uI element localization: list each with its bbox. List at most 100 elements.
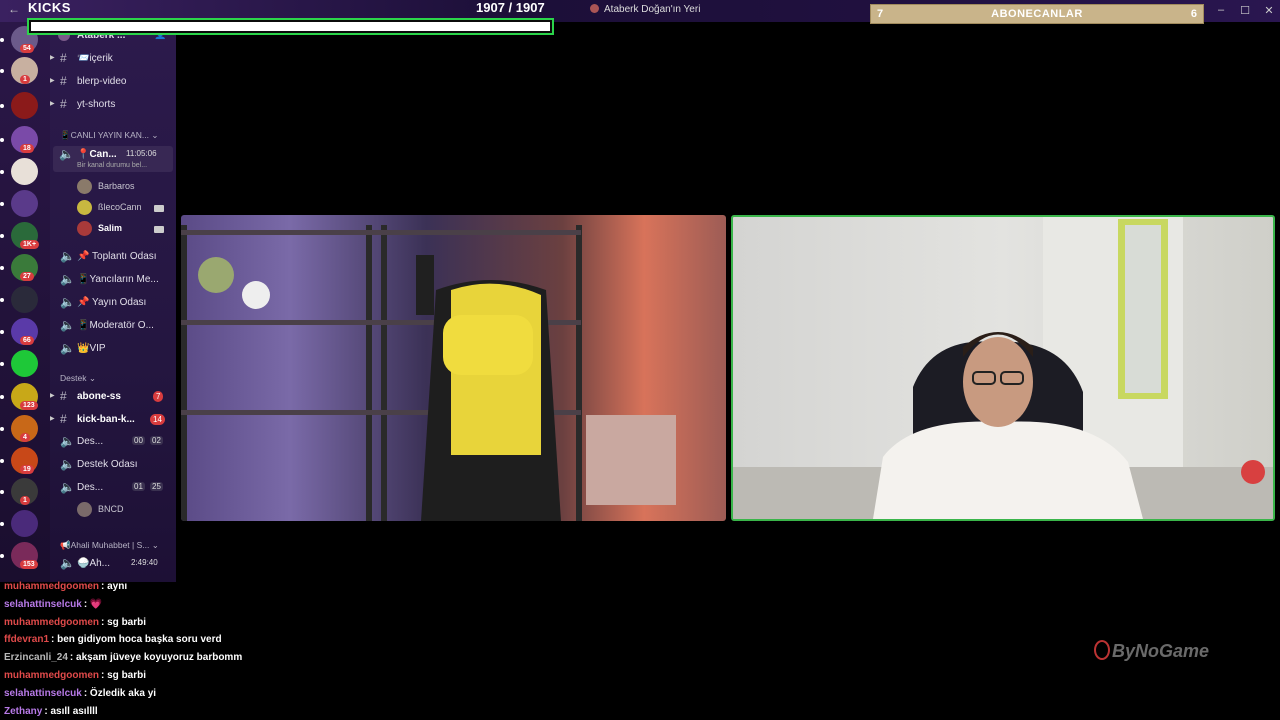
mention-badge: 1K+ [20, 240, 40, 249]
unread-dot [0, 362, 4, 366]
speaker-icon: 🔈 [60, 341, 75, 355]
back-arrow-icon[interactable]: ← [8, 2, 20, 16]
category-label: 📱CANLI YAYIN KAN... [60, 130, 149, 140]
voice-channel-destek-odasi[interactable]: 🔈 Destek Odası [50, 456, 176, 474]
mention-badge: 123 [20, 401, 38, 410]
speaker-icon: 🔈 [60, 295, 75, 309]
channel-label: Des... [77, 436, 104, 447]
mention-badge: 1 [20, 75, 30, 84]
server-icon[interactable] [11, 286, 38, 313]
voice-channel-destek-1[interactable]: 🔈 Des... 00 02 [50, 433, 176, 451]
chat-username[interactable]: muhammedgoomen [4, 617, 99, 628]
voice-user-name: Salim [98, 223, 123, 233]
voice-channel-destek-2[interactable]: 🔈 Des... 01 25 [50, 479, 176, 497]
call-timer: 01 [132, 482, 145, 491]
chat-message: ffdevran1: ben gidiyom hoca başka soru v… [4, 634, 222, 645]
channel-label: 📌 Yayın Odası [77, 297, 147, 308]
call-timer: 02 [150, 436, 163, 445]
category-canli-yayin[interactable]: 📱CANLI YAYIN KAN... ⌄ [60, 130, 159, 141]
unread-dot [0, 459, 4, 463]
unread-dot [0, 202, 4, 206]
category-label: 📢Ahali Muhabbet | S... [60, 540, 150, 550]
chat-username[interactable]: selahattinselcuk [4, 599, 82, 610]
speaker-icon: 🔈 [60, 434, 75, 448]
speaker-icon: 🔈 [60, 318, 75, 332]
channel-label: Des... [77, 482, 104, 493]
kicks-progress-bar [27, 18, 554, 35]
voice-channel-ahali[interactable]: 🔈 🍚Ah... 2:49:40 [50, 555, 176, 573]
unread-dot [0, 427, 4, 431]
category-ahali[interactable]: 📢Ahali Muhabbet | S... ⌄ [60, 540, 159, 551]
avatar [77, 502, 92, 517]
subscriber-goal-label: ABONECANLAR [991, 8, 1083, 20]
mention-badge: 4 [20, 433, 30, 442]
channel-blerp-video[interactable]: ▶ # blerp-video [50, 73, 176, 91]
unread-badge: 7 [153, 391, 164, 402]
speaker-icon: 🔈 [60, 249, 75, 263]
channel-live-voice[interactable]: 🔈 📍Can... 11:05:06 Bir kanal durumu bel.… [53, 146, 173, 172]
chat-message: Zethany: asıll asıllll [4, 706, 98, 717]
chat-username[interactable]: muhammedgoomen [4, 670, 99, 681]
kicks-progress-fill [31, 22, 550, 31]
kicks-count: 1907 / 1907 [476, 0, 545, 15]
channel-label: 📱Yancıların Me... [77, 274, 159, 285]
category-destek[interactable]: Destek ⌄ [60, 373, 96, 384]
watermark-logo: ByNoGame [1094, 640, 1209, 662]
server-icon[interactable] [11, 190, 38, 217]
unread-dot [0, 298, 4, 302]
voice-user-name: ßlecoCann [98, 202, 142, 212]
unread-dot [0, 395, 4, 399]
window-title-text: Ataberk Doğan'ın Yeri [604, 4, 701, 15]
video-tile-room[interactable] [181, 215, 726, 521]
server-icon[interactable] [11, 350, 38, 377]
channel-yt-shorts[interactable]: ▶ # yt-shorts [50, 96, 176, 114]
call-timer: 2:49:40 [131, 558, 158, 567]
mention-badge: 18 [20, 144, 34, 153]
server-icon[interactable] [11, 92, 38, 119]
unread-dot [0, 522, 4, 526]
voice-channel-vip[interactable]: 🔈 👑VIP [50, 340, 176, 358]
chat-overlay: muhammedgoomen: aynı selahattinselcuk: 💗 m… [0, 578, 242, 720]
chat-username[interactable]: selahattinselcuk [4, 688, 82, 699]
chevron-down-icon: ⌄ [88, 373, 96, 383]
close-button[interactable]: ✕ [1257, 4, 1280, 17]
mention-badge: 1 [20, 496, 30, 505]
chevron-right-icon: ▶ [50, 101, 55, 107]
hash-icon: # [60, 74, 67, 88]
channel-label: 📍Can... [77, 149, 117, 160]
server-icon[interactable] [11, 510, 38, 537]
voice-channel-yayin[interactable]: 🔈 📌 Yayın Odası [50, 294, 176, 312]
channel-list: Ataberk ... 👤 ▶ # 📨içerik ▶ # blerp-vide… [50, 22, 176, 582]
chat-text: : sg barbi [101, 617, 147, 628]
chat-message: Erzincanli_24: akşam jüveye koyuyoruz ba… [4, 652, 242, 663]
chevron-right-icon: ▶ [50, 416, 55, 422]
minimize-button[interactable]: – [1209, 4, 1233, 16]
call-timer: 11:05:06 [126, 149, 157, 158]
mention-badge: 153 [20, 560, 38, 569]
chat-username[interactable]: Zethany [4, 706, 42, 717]
chat-username[interactable]: ffdevran1 [4, 634, 49, 645]
channel-abone-ss[interactable]: ▶ # abone-ss 7 [50, 388, 176, 406]
hash-icon: # [60, 412, 67, 426]
watermark-icon [1094, 640, 1110, 660]
channel-icerik[interactable]: ▶ # 📨içerik [50, 50, 176, 68]
server-icon[interactable] [11, 158, 38, 185]
server-list: 54 1 18 1K+ 27 66 123 4 19 1 153 [0, 22, 50, 582]
voice-channel-toplanti[interactable]: 🔈 📌 Toplantı Odası [50, 248, 176, 266]
chat-text: : ben gidiyom hoca başka soru verd [51, 634, 222, 645]
voice-channel-yancilar[interactable]: 🔈 📱Yancıların Me... [50, 271, 176, 289]
call-timer: 25 [150, 482, 163, 491]
maximize-button[interactable]: ☐ [1233, 4, 1257, 17]
chat-text: : Özledik aka yi [83, 688, 157, 699]
voice-channel-moderator[interactable]: 🔈 📱Moderatör O... [50, 317, 176, 335]
chat-message: muhammedgoomen: sg barbi [4, 617, 146, 628]
channel-kick-ban[interactable]: ▶ # kick-ban-k... 14 [50, 411, 176, 429]
chevron-down-icon: ⌄ [151, 130, 159, 140]
chat-username[interactable]: muhammedgoomen [4, 581, 99, 592]
subscriber-goal-bar: 7 ABONECANLAR 6 [870, 4, 1204, 24]
video-tile-webcam[interactable] [731, 215, 1275, 521]
chat-message: muhammedgoomen: sg barbi [4, 670, 146, 681]
chat-username[interactable]: Erzincanli_24 [4, 652, 68, 663]
unread-dot [0, 554, 4, 558]
category-label: Destek [60, 373, 87, 383]
